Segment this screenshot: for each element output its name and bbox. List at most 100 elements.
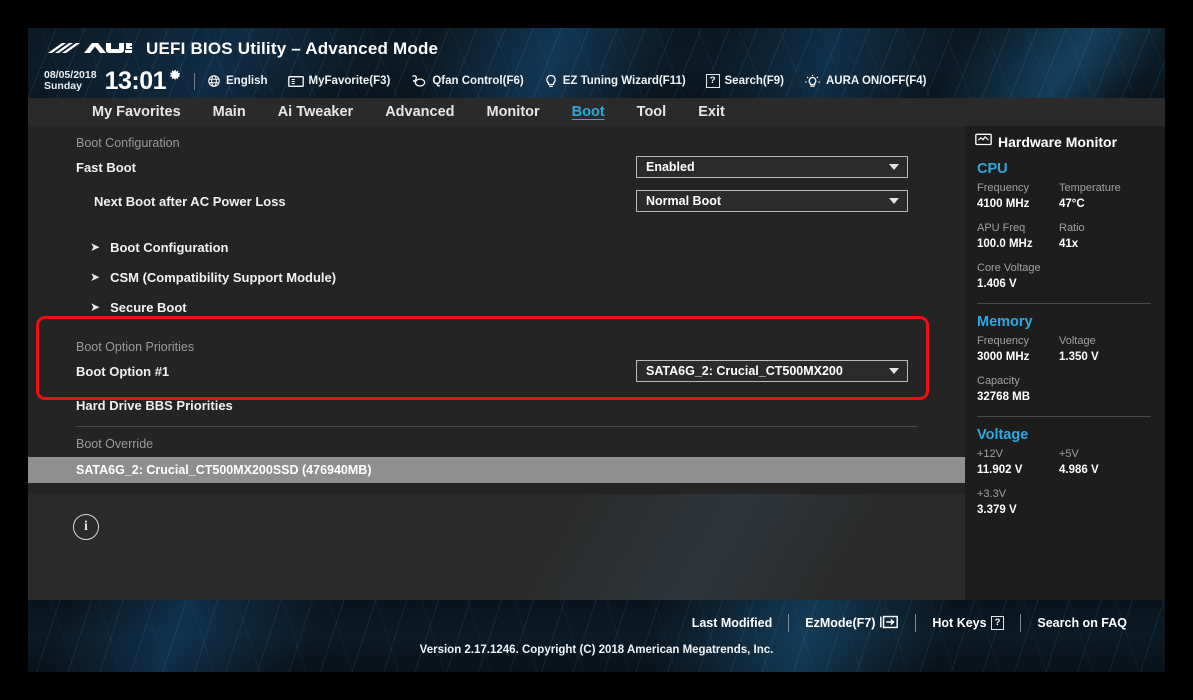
setting-next-boot: Next Boot after AC Power Loss Normal Boo… — [28, 184, 965, 218]
setting-boot-option-1: Boot Option #1 SATA6G_2: Crucial_CT500MX… — [28, 354, 965, 388]
info-icon: i — [73, 514, 99, 540]
ez-tuning-label: EZ Tuning Wizard(F11) — [563, 75, 686, 87]
hw-key: +12V — [977, 447, 1059, 462]
myfavorite-button[interactable]: MyFavorite(F3) — [288, 75, 391, 88]
hw-key: Temperature — [1059, 181, 1141, 196]
bios-window: UEFI BIOS Utility – Advanced Mode 08/05/… — [28, 28, 1165, 672]
tab-monitor[interactable]: Monitor — [471, 98, 556, 126]
hw-metric-frequency: Frequency 4100 MHz — [977, 181, 1059, 212]
language-button[interactable]: English — [207, 74, 268, 88]
question-box-icon: ? — [706, 74, 720, 88]
header-divider — [194, 73, 195, 90]
hw-metric-mem-voltage: Voltage 1.350 V — [1059, 334, 1141, 365]
hw-metric-mem-frequency: Frequency 3000 MHz — [977, 334, 1059, 365]
submenu-boot-configuration[interactable]: ➤ Boot Configuration — [28, 232, 965, 262]
language-label: English — [226, 75, 268, 87]
settings-pane: Boot Configuration Fast Boot Enabled Nex… — [28, 126, 965, 600]
last-modified-label: Last Modified — [692, 616, 773, 630]
hard-drive-bbs-label: Hard Drive BBS Priorities — [76, 398, 233, 413]
tab-exit[interactable]: Exit — [682, 98, 741, 126]
hw-row: APU Freq 100.0 MHz Ratio 41x — [965, 221, 1165, 252]
favorite-icon — [288, 75, 304, 88]
fast-boot-label: Fast Boot — [76, 160, 136, 175]
ezmode-label: EzMode(F7) — [805, 616, 875, 630]
chevron-right-icon: ➤ — [90, 301, 100, 313]
hw-metric-capacity: Capacity 32768 MB — [977, 374, 1137, 405]
hw-value: 32768 MB — [977, 389, 1137, 405]
tab-ai-tweaker[interactable]: Ai Tweaker — [262, 98, 370, 126]
hw-key: APU Freq — [977, 221, 1059, 236]
arrow-right-box-icon — [879, 615, 899, 632]
ez-tuning-wizard-button[interactable]: EZ Tuning Wizard(F11) — [544, 74, 686, 89]
aura-button[interactable]: AURA ON/OFF(F4) — [804, 74, 927, 89]
hw-value: 100.0 MHz — [977, 236, 1059, 252]
fan-icon — [410, 74, 427, 88]
aura-label: AURA ON/OFF(F4) — [826, 75, 927, 87]
clock-display: 13:01 — [105, 69, 166, 94]
tab-main[interactable]: Main — [197, 98, 262, 126]
chevron-down-icon — [889, 164, 899, 170]
boot-option-1-label: Boot Option #1 — [76, 364, 169, 379]
hw-section-voltage: Voltage — [965, 417, 1165, 447]
chevron-down-icon — [889, 198, 899, 204]
setting-fast-boot: Fast Boot Enabled — [28, 150, 965, 184]
copyright-text: Version 2.17.1246. Copyright (C) 2018 Am… — [28, 632, 1165, 656]
info-panel: i — [28, 494, 965, 600]
hw-section-memory: Memory — [965, 304, 1165, 334]
hw-row: Frequency 3000 MHz Voltage 1.350 V — [965, 334, 1165, 365]
menu-hard-drive-bbs-priorities[interactable]: Hard Drive BBS Priorities — [28, 388, 965, 422]
hw-metric-core-voltage: Core Voltage 1.406 V — [977, 261, 1137, 292]
submenu-csm[interactable]: ➤ CSM (Compatibility Support Module) — [28, 262, 965, 292]
hw-key: Frequency — [977, 334, 1059, 349]
hw-metric-ratio: Ratio 41x — [1059, 221, 1141, 252]
hw-section-cpu: CPU — [965, 151, 1165, 181]
section-boot-override: Boot Override — [28, 427, 965, 451]
question-box-icon: ? — [991, 616, 1005, 630]
boot-option-1-dropdown[interactable]: SATA6G_2: Crucial_CT500MX200 — [636, 360, 908, 382]
submenu-secure-boot[interactable]: ➤ Secure Boot — [28, 292, 965, 322]
hw-value: 3000 MHz — [977, 349, 1059, 365]
tab-my-favorites[interactable]: My Favorites — [76, 98, 197, 126]
search-button[interactable]: ? Search(F9) — [706, 74, 784, 88]
tab-tool[interactable]: Tool — [621, 98, 683, 126]
submenu-label: Boot Configuration — [110, 240, 228, 255]
search-on-faq-button[interactable]: Search on FAQ — [1021, 616, 1143, 630]
section-boot-configuration: Boot Configuration — [28, 126, 965, 150]
submenu-label: Secure Boot — [110, 300, 187, 315]
window-header: UEFI BIOS Utility – Advanced Mode 08/05/… — [28, 28, 1165, 98]
hw-row: Frequency 4100 MHz Temperature 47°C — [965, 181, 1165, 212]
next-boot-label: Next Boot after AC Power Loss — [76, 194, 286, 209]
boot-override-item[interactable]: SATA6G_2: Crucial_CT500MX200SSD (476940M… — [28, 457, 965, 483]
hw-row: Capacity 32768 MB — [965, 374, 1165, 405]
hw-key: +3.3V — [977, 487, 1137, 502]
tab-advanced[interactable]: Advanced — [369, 98, 470, 126]
asus-logo — [46, 39, 132, 59]
hw-metric-12v: +12V 11.902 V — [977, 447, 1059, 478]
hw-metric-5v: +5V 4.986 V — [1059, 447, 1141, 478]
globe-icon — [207, 74, 221, 88]
fast-boot-dropdown[interactable]: Enabled — [636, 156, 908, 178]
tab-boot[interactable]: Boot — [556, 98, 621, 126]
chevron-right-icon: ➤ — [90, 271, 100, 283]
gear-icon[interactable] — [168, 68, 182, 87]
next-boot-dropdown[interactable]: Normal Boot — [636, 190, 908, 212]
hw-metric-3-3v: +3.3V 3.379 V — [977, 487, 1137, 518]
page-title: UEFI BIOS Utility – Advanced Mode — [146, 39, 438, 59]
hw-metric-temperature: Temperature 47°C — [1059, 181, 1141, 212]
main-nav: My Favorites Main Ai Tweaker Advanced Mo… — [28, 98, 1165, 126]
last-modified-button[interactable]: Last Modified — [676, 616, 789, 630]
fast-boot-value: Enabled — [646, 160, 695, 174]
hw-value: 11.902 V — [977, 462, 1059, 478]
hw-key: Capacity — [977, 374, 1137, 389]
hw-value: 4100 MHz — [977, 196, 1059, 212]
hw-row: +3.3V 3.379 V — [965, 487, 1165, 518]
hot-keys-label: Hot Keys — [932, 616, 986, 630]
hot-keys-button[interactable]: Hot Keys ? — [916, 616, 1020, 630]
chevron-down-icon — [889, 368, 899, 374]
ezmode-button[interactable]: EzMode(F7) — [789, 615, 915, 632]
hw-row: Core Voltage 1.406 V — [965, 261, 1165, 292]
section-boot-option-priorities: Boot Option Priorities — [28, 330, 965, 354]
hw-key: Voltage — [1059, 334, 1141, 349]
qfan-control-button[interactable]: Qfan Control(F6) — [410, 74, 523, 88]
hardware-monitor-title: Hardware Monitor — [965, 126, 1165, 151]
